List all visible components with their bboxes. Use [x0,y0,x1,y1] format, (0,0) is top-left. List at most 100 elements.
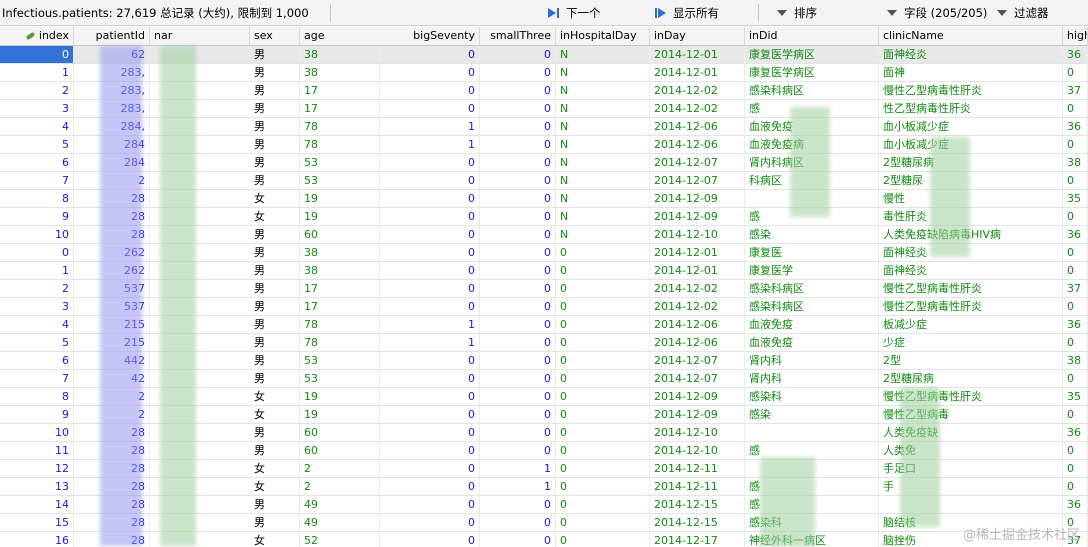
cell-small[interactable]: 0 [480,514,556,531]
cell-index[interactable]: 1 [0,64,74,81]
cell-indid[interactable]: 康复医学病区 [745,46,879,63]
cell-sex[interactable]: 男 [250,82,300,99]
cell-inday[interactable]: 2014-12-15 [650,496,745,513]
cell-age[interactable]: 60 [300,424,380,441]
cell-small[interactable]: 0 [480,64,556,81]
cell-inhosp[interactable]: N [556,46,650,63]
cell-inhosp[interactable]: N [556,64,650,81]
cell-high[interactable]: 35 [1063,190,1088,207]
cell-index[interactable]: 10 [0,424,74,441]
cell-age[interactable]: 60 [300,226,380,243]
cell-index[interactable]: 7 [0,370,74,387]
cell-small[interactable]: 0 [480,370,556,387]
cell-inhosp[interactable]: 0 [556,244,650,261]
cell-clinic[interactable]: 毒性肝炎 [879,208,1063,225]
cell-big[interactable]: 0 [380,280,480,297]
cell-high[interactable]: 0 [1063,244,1088,261]
cell-inday[interactable]: 2014-12-06 [650,334,745,351]
cell-small[interactable]: 0 [480,280,556,297]
cell-sex[interactable]: 女 [250,532,300,547]
cell-indid[interactable]: 感染 [745,226,879,243]
cell-inhosp[interactable]: 0 [556,262,650,279]
cell-high[interactable]: 0 [1063,442,1088,459]
cell-clinic[interactable]: 2型 [879,352,1063,369]
cell-indid[interactable]: 肾内科 [745,370,879,387]
cell-age[interactable]: 19 [300,388,380,405]
cell-big[interactable]: 0 [380,262,480,279]
cell-index[interactable]: 4 [0,118,74,135]
cell-clinic[interactable]: 2型糖尿 [879,172,1063,189]
sort-button[interactable]: 排序 [776,5,817,21]
cell-clinic[interactable]: 慢性乙型病毒性肝炎 [879,298,1063,315]
next-button[interactable]: 下一个 [548,5,601,21]
cell-age[interactable]: 38 [300,244,380,261]
cell-clinic[interactable]: 少症 [879,334,1063,351]
cell-small[interactable]: 0 [480,244,556,261]
cell-index[interactable]: 14 [0,496,74,513]
cell-high[interactable]: 0 [1063,370,1088,387]
cell-high[interactable]: 0 [1063,64,1088,81]
cell-sex[interactable]: 男 [250,226,300,243]
cell-high[interactable]: 0 [1063,460,1088,477]
cell-small[interactable]: 0 [480,172,556,189]
cell-inday[interactable]: 2014-12-02 [650,100,745,117]
column-header-clinicname[interactable]: clinicName [879,27,1063,45]
cell-sex[interactable]: 男 [250,100,300,117]
cell-high[interactable]: 36 [1063,496,1088,513]
cell-high[interactable]: 36 [1063,226,1088,243]
cell-indid[interactable]: 血液免疫 [745,334,879,351]
cell-inhosp[interactable]: 0 [556,478,650,495]
cell-inhosp[interactable]: N [556,118,650,135]
cell-clinic[interactable]: 面神经炎 [879,244,1063,261]
cell-big[interactable]: 0 [380,424,480,441]
cell-sex[interactable]: 女 [250,460,300,477]
cell-sex[interactable]: 男 [250,424,300,441]
cell-indid[interactable]: 感染科病区 [745,298,879,315]
cell-small[interactable]: 0 [480,442,556,459]
cell-inhosp[interactable]: 0 [556,496,650,513]
cell-high[interactable]: 37 [1063,82,1088,99]
cell-big[interactable]: 0 [380,154,480,171]
cell-big[interactable]: 0 [380,478,480,495]
cell-high[interactable]: 38 [1063,352,1088,369]
cell-big[interactable]: 0 [380,442,480,459]
cell-big[interactable]: 0 [380,226,480,243]
cell-inhosp[interactable]: N [556,136,650,153]
column-header-patientid[interactable]: patientId [74,27,150,45]
cell-inhosp[interactable]: 0 [556,424,650,441]
cell-high[interactable]: 0 [1063,136,1088,153]
cell-age[interactable]: 17 [300,82,380,99]
cell-inhosp[interactable]: N [556,82,650,99]
cell-indid[interactable]: 血液免疫 [745,316,879,333]
cell-big[interactable]: 0 [380,496,480,513]
filter-button[interactable]: 过滤器 [996,5,1049,21]
cell-big[interactable]: 0 [380,82,480,99]
cell-sex[interactable]: 男 [250,514,300,531]
cell-clinic[interactable]: 性乙型病毒性肝炎 [879,100,1063,117]
cell-inday[interactable]: 2014-12-06 [650,136,745,153]
cell-small[interactable]: 0 [480,154,556,171]
cell-inday[interactable]: 2014-12-10 [650,226,745,243]
cell-inday[interactable]: 2014-12-07 [650,370,745,387]
cell-clinic[interactable]: 2型糖尿病 [879,370,1063,387]
cell-age[interactable]: 53 [300,154,380,171]
cell-big[interactable]: 0 [380,172,480,189]
cell-small[interactable]: 0 [480,136,556,153]
cell-small[interactable]: 0 [480,262,556,279]
cell-sex[interactable]: 男 [250,316,300,333]
cell-indid[interactable]: 康复医 [745,244,879,261]
cell-index[interactable]: 3 [0,100,74,117]
cell-small[interactable]: 0 [480,388,556,405]
cell-index[interactable]: 2 [0,82,74,99]
cell-age[interactable]: 17 [300,298,380,315]
cell-inhosp[interactable]: 0 [556,370,650,387]
cell-sex[interactable]: 男 [250,172,300,189]
cell-small[interactable]: 0 [480,118,556,135]
cell-inhosp[interactable]: 0 [556,406,650,423]
cell-clinic[interactable]: 2型糖尿病 [879,154,1063,171]
cell-high[interactable]: 38 [1063,154,1088,171]
cell-index[interactable]: 7 [0,172,74,189]
cell-inday[interactable]: 2014-12-07 [650,172,745,189]
cell-age[interactable]: 78 [300,118,380,135]
cell-inday[interactable]: 2014-12-10 [650,424,745,441]
